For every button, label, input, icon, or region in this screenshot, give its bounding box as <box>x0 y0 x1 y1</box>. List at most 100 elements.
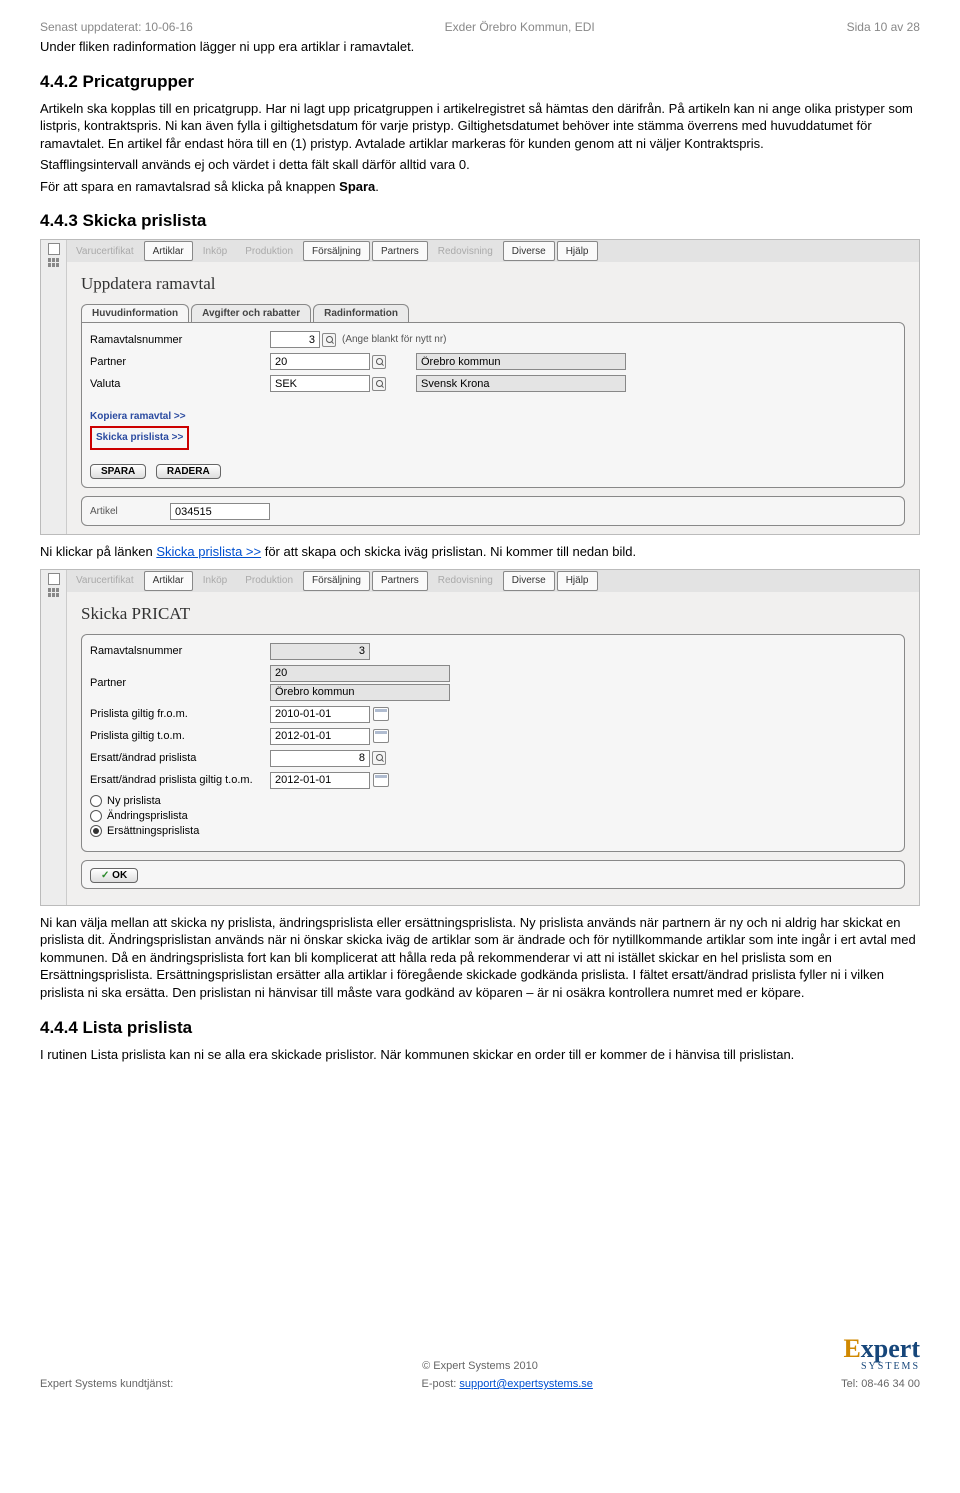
input-giltig-tom[interactable] <box>270 728 370 745</box>
app-menu: Varucertifikat Artiklar Inköp Produktion… <box>67 570 919 592</box>
header-right: Sida 10 av 28 <box>847 20 920 34</box>
grid-icon[interactable] <box>48 258 60 267</box>
app-left-strip <box>41 570 67 905</box>
input-giltig-from[interactable] <box>270 706 370 723</box>
label-partner: Partner <box>90 356 270 368</box>
input-artikel[interactable] <box>170 503 270 520</box>
screenshot-skicka-pricat: Varucertifikat Artiklar Inköp Produktion… <box>40 569 920 906</box>
menu-forsaljning[interactable]: Försäljning <box>303 241 370 261</box>
input-partner[interactable] <box>270 353 370 370</box>
label-giltig-from: Prislista giltig fr.o.m. <box>90 708 270 720</box>
ok-button[interactable]: OK <box>90 868 138 883</box>
home-icon[interactable] <box>48 243 60 255</box>
display-ramavtalsnummer <box>270 643 370 660</box>
menu-inkop[interactable]: Inköp <box>194 240 236 262</box>
calendar-icon[interactable] <box>373 707 389 721</box>
label-giltig-tom: Prislista giltig t.o.m. <box>90 730 270 742</box>
input-ersatt-tom[interactable] <box>270 772 370 789</box>
radio-andringsprislista[interactable] <box>90 810 102 822</box>
display-partner-code <box>270 665 450 682</box>
link-ref-skicka-prislista: Skicka prislista >> <box>156 544 261 559</box>
spara-button[interactable]: SPARA <box>90 464 146 479</box>
menu-varucertifikat[interactable]: Varucertifikat <box>67 240 143 262</box>
app-menu: Varucertifikat Artiklar Inköp Produktion… <box>67 240 919 262</box>
section-442-title: 4.4.2 Pricatgrupper <box>40 72 920 92</box>
intro-text: Under fliken radinformation lägger ni up… <box>40 38 920 56</box>
radio-ny-prislista[interactable] <box>90 795 102 807</box>
radio-label-ersatt: Ersättningsprislista <box>107 825 199 837</box>
header-center: Exder Örebro Kommun, EDI <box>445 20 595 34</box>
spara-bold: Spara <box>339 179 375 194</box>
section-443-after: Ni klickar på länken Skicka prislista >>… <box>40 543 920 561</box>
menu-produktion[interactable]: Produktion <box>236 570 302 592</box>
menu-redovisning[interactable]: Redovisning <box>429 240 502 262</box>
form-pane: Ramavtalsnummer Partner Prislista giltig <box>81 634 905 852</box>
radera-button[interactable]: RADERA <box>156 464 221 479</box>
tab-avgifter[interactable]: Avgifter och rabatter <box>191 304 311 322</box>
header-left: Senast uppdaterat: 10-06-16 <box>40 20 193 34</box>
app-page-title: Uppdatera ramavtal <box>81 274 905 294</box>
menu-forsaljning[interactable]: Försäljning <box>303 571 370 591</box>
tab-huvudinformation[interactable]: Huvudinformation <box>81 304 189 322</box>
menu-diverse[interactable]: Diverse <box>503 571 555 591</box>
label-ersatt: Ersatt/ändrad prislista <box>90 752 270 764</box>
bottom-pane: Artikel <box>81 496 905 526</box>
menu-inkop[interactable]: Inköp <box>194 570 236 592</box>
link-skicka-prislista[interactable]: Skicka prislista >> <box>96 432 183 443</box>
menu-partners[interactable]: Partners <box>372 241 428 261</box>
menu-artiklar[interactable]: Artiklar <box>144 241 193 261</box>
footer-left: Expert Systems kundtjänst: <box>40 1378 173 1390</box>
input-ramavtalsnummer[interactable] <box>270 331 320 348</box>
section-444-title: 4.4.4 Lista prislista <box>40 1018 920 1038</box>
tab-pane: Ramavtalsnummer (Ange blankt för nytt nr… <box>81 322 905 488</box>
section-442-p2: Stafflingsintervall används ej och värde… <box>40 156 920 174</box>
button-bar: OK <box>81 860 905 889</box>
menu-diverse[interactable]: Diverse <box>503 241 555 261</box>
menu-redovisning[interactable]: Redovisning <box>429 570 502 592</box>
radio-ersattningsprislista[interactable] <box>90 825 102 837</box>
label-partner: Partner <box>90 677 270 689</box>
app-page-title: Skicka PRICAT <box>81 604 905 624</box>
result-paragraph: Ni kan välja mellan att skicka ny prisli… <box>40 914 920 1002</box>
section-444-p1: I rutinen Lista prislista kan ni se alla… <box>40 1046 920 1064</box>
home-icon[interactable] <box>48 573 60 585</box>
menu-partners[interactable]: Partners <box>372 571 428 591</box>
footer-right: Tel: 08-46 34 00 <box>841 1378 920 1390</box>
input-ersatt[interactable] <box>270 750 370 767</box>
radio-group-prislista-typ: Ny prislista Ändringsprislista Ersättnin… <box>90 795 896 837</box>
calendar-icon[interactable] <box>373 729 389 743</box>
section-443-title: 4.4.3 Skicka prislista <box>40 211 920 231</box>
page-footer: Expert SYSTEMS © Expert Systems 2010 Exp… <box>40 1360 920 1390</box>
page-header: Senast uppdaterat: 10-06-16 Exder Örebro… <box>40 20 920 34</box>
menu-artiklar[interactable]: Artiklar <box>144 571 193 591</box>
calendar-icon[interactable] <box>373 773 389 787</box>
tabs: Huvudinformation Avgifter och rabatter R… <box>81 304 905 322</box>
label-valuta: Valuta <box>90 378 270 390</box>
menu-hjalp[interactable]: Hjälp <box>557 571 598 591</box>
search-icon[interactable] <box>322 333 336 347</box>
menu-hjalp[interactable]: Hjälp <box>557 241 598 261</box>
search-icon[interactable] <box>372 355 386 369</box>
app-left-strip <box>41 240 67 534</box>
radio-label-ny: Ny prislista <box>107 795 161 807</box>
hint-ramavtal: (Ange blankt för nytt nr) <box>342 334 447 345</box>
copyright: © Expert Systems 2010 <box>40 1360 920 1372</box>
radio-label-andring: Ändringsprislista <box>107 810 188 822</box>
menu-produktion[interactable]: Produktion <box>236 240 302 262</box>
tab-radinformation[interactable]: Radinformation <box>313 304 409 322</box>
display-partner-name <box>416 353 626 370</box>
grid-icon[interactable] <box>48 588 60 597</box>
display-valuta-name <box>416 375 626 392</box>
display-partner-name <box>270 684 450 701</box>
support-email-link[interactable]: support@expertsystems.se <box>459 1378 592 1390</box>
input-valuta[interactable] <box>270 375 370 392</box>
search-icon[interactable] <box>372 751 386 765</box>
search-icon[interactable] <box>372 377 386 391</box>
highlight-box-skicka: Skicka prislista >> <box>90 426 189 450</box>
menu-varucertifikat[interactable]: Varucertifikat <box>67 570 143 592</box>
section-442-p1: Artikeln ska kopplas till en pricatgrupp… <box>40 100 920 153</box>
label-ersatt-tom: Ersatt/ändrad prislista giltig t.o.m. <box>90 774 270 786</box>
screenshot-uppdatera-ramavtal: Varucertifikat Artiklar Inköp Produktion… <box>40 239 920 535</box>
link-kopiera-ramavtal[interactable]: Kopiera ramavtal >> <box>90 411 186 422</box>
label-artikel: Artikel <box>90 506 170 517</box>
